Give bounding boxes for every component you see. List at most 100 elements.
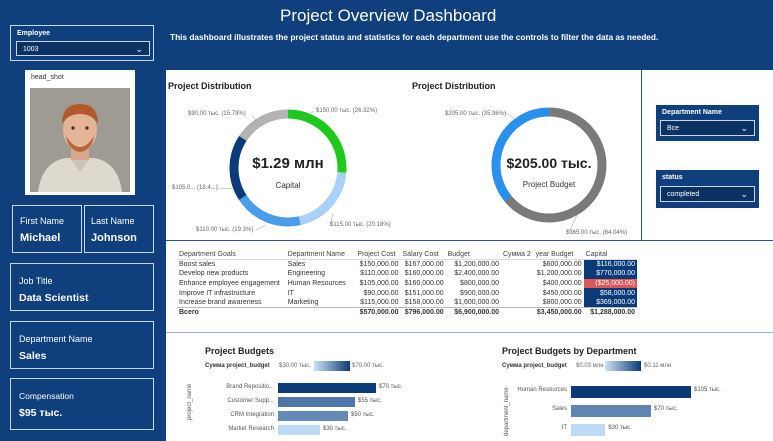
table-cell: $160,000.00 — [404, 280, 444, 288]
donut2-title: Project Distribution — [412, 81, 496, 91]
chevron-down-icon: ⌄ — [740, 189, 748, 199]
divider-horizontal-bottom — [166, 332, 773, 333]
department-label: Department Name — [19, 334, 93, 344]
bar-value-label: $30 тыс. — [323, 426, 347, 432]
table-total-cell: $1,288,000.00 — [583, 307, 637, 318]
table-cell: ($25,000.00) — [583, 278, 637, 289]
department-filter-label: Department Name — [662, 109, 722, 116]
department-card: Department Name Sales — [10, 321, 154, 369]
table-cell: $2,400,000.00 — [454, 270, 499, 278]
table-row[interactable]: Increase brand awareness Marketing $115,00… — [177, 297, 637, 308]
donut2-center-label: Project Budget — [522, 180, 576, 189]
column-header[interactable]: Salary Cost — [400, 250, 446, 261]
column-header[interactable]: Department Goals — [177, 250, 286, 261]
table-cell: $90,000.00 — [363, 289, 399, 297]
table-cell: $770,000.00 — [583, 269, 637, 279]
table-cell: Increase brand awareness — [179, 299, 262, 307]
employee-dropdown[interactable]: 1003 ⌄ — [16, 41, 150, 56]
budgets1-legend-label: Сумма project_budget — [205, 363, 270, 369]
bar-category-label: Customer Supp... — [227, 398, 274, 404]
job-title-label: Job Title — [19, 276, 53, 286]
status-filter-value: completed — [667, 191, 700, 198]
page-title: Project Overview Dashboard — [280, 6, 497, 25]
bar[interactable] — [571, 424, 606, 436]
table-cell — [501, 298, 534, 308]
table-cell: $1,600,000.00 — [454, 299, 499, 307]
first-name-card: First Name Michael — [12, 205, 82, 253]
table-cell: Human Resources — [287, 280, 346, 288]
job-title-card: Job Title Data Scientist — [10, 263, 154, 311]
table-cell: $115,000.00 — [360, 299, 399, 307]
bar[interactable] — [278, 397, 355, 407]
table-cell: $116,000.00 — [583, 259, 637, 270]
table-cell: $167,000.00 — [404, 261, 444, 269]
department-value: Sales — [19, 350, 47, 362]
bar[interactable] — [571, 405, 651, 417]
bar[interactable] — [571, 386, 691, 398]
department-filter-value: Все — [667, 125, 680, 132]
compensation-card: Compensation $95 тыс. — [10, 378, 154, 430]
column-header[interactable]: Budget — [445, 250, 501, 261]
chevron-down-icon: ⌄ — [740, 123, 748, 133]
compensation-value: $95 тыс. — [19, 407, 63, 419]
donut1-label-right: $115.00 тыс. (20.18%) — [330, 222, 391, 228]
bar-category-label: Sales — [551, 406, 567, 412]
department-goals-table: Department Goals Department Name Project… — [177, 250, 637, 318]
department-slicer: Department Name Все ⌄ — [656, 105, 759, 141]
table-cell: $600,000.00 — [542, 261, 582, 269]
bar[interactable] — [278, 383, 376, 393]
budgets1-legend-gradient — [314, 361, 350, 371]
table-cell: IT — [287, 289, 294, 297]
status-dropdown[interactable]: completed ⌄ — [660, 186, 755, 202]
table-cell — [501, 288, 534, 298]
donut1-label-top-right: $150.00 тыс. (26.32%) — [316, 108, 378, 114]
donut2-label-top-left: $205.00 тыс. (35.96%) — [445, 111, 507, 117]
table-total-cell: $570,000.00 — [355, 307, 401, 318]
table-total-row: Всего $570,000.00 $796,000.00 $6,900,000.00… — [177, 307, 637, 318]
table-cell: $450,000.00 — [542, 289, 582, 297]
budgets1-legend-min: $30.00 тыс. — [279, 363, 311, 369]
last-name-label: Last Name — [91, 216, 135, 226]
table-total-cell: $6,900,000.00 — [445, 307, 501, 318]
table-cell: $105,000.00 — [359, 280, 399, 288]
table-cell — [501, 260, 534, 270]
column-header[interactable]: Project Cost — [355, 250, 401, 261]
employee-label: Employee — [17, 30, 51, 37]
budgets2-legend-gradient — [605, 361, 641, 371]
donut1-label-left: $105.0... (18.4...) — [172, 185, 218, 191]
employee-value: 1003 — [23, 46, 39, 53]
department-dropdown[interactable]: Все ⌄ — [660, 120, 755, 136]
table-total-cell — [500, 307, 534, 318]
bar[interactable] — [278, 411, 348, 421]
bar-value-label: $55 тыс. — [358, 398, 382, 404]
compensation-label: Compensation — [19, 391, 74, 401]
table-cell: $160,000.00 — [404, 270, 444, 278]
table-row[interactable]: Enhance employee engagement Human Resourc… — [177, 278, 637, 289]
column-header[interactable]: Сумма 2 — [500, 250, 534, 261]
donut1-label-top-left: $90.00 тыс. (15.79%) — [188, 111, 246, 117]
table-cell: Develop new products — [179, 270, 249, 278]
table-cell — [501, 269, 534, 279]
first-name-label: First Name — [20, 216, 65, 226]
budgets1-title: Project Budgets — [205, 346, 275, 356]
column-header[interactable]: Department Name — [285, 250, 356, 261]
bar[interactable] — [278, 425, 320, 435]
job-title-value: Data Scientist — [19, 292, 89, 304]
table-cell: $158,000.00 — [404, 299, 444, 307]
table-cell: Engineering — [287, 270, 326, 278]
bar-category-label: Market Research — [228, 426, 274, 432]
headshot-card: head_shot — [25, 70, 135, 195]
table-cell: Marketing — [287, 299, 319, 307]
table-row[interactable]: Improve IT infrastructure IT $90,000.00 $15… — [177, 288, 637, 298]
column-header[interactable]: year Budget — [533, 250, 584, 261]
budgets2-legend-min: $0.03 млн — [576, 363, 604, 369]
table-cell: $1,200,000.00 — [536, 270, 582, 278]
table-cell: $110,000.00 — [360, 270, 399, 278]
budgets1-legend-max: $70.00 тыс. — [352, 363, 384, 369]
column-header[interactable]: Capital — [583, 250, 637, 261]
table-cell: $58,000.00 — [583, 288, 637, 298]
last-name-value: Johnson — [91, 232, 137, 244]
bar-value-label: $70 тыс. — [379, 384, 403, 390]
table-row[interactable]: Develop new products Engineering $110,000.… — [177, 269, 637, 279]
table-row[interactable]: Boost sales Sales $150,000.00 $167,000.00 $1… — [177, 259, 637, 270]
